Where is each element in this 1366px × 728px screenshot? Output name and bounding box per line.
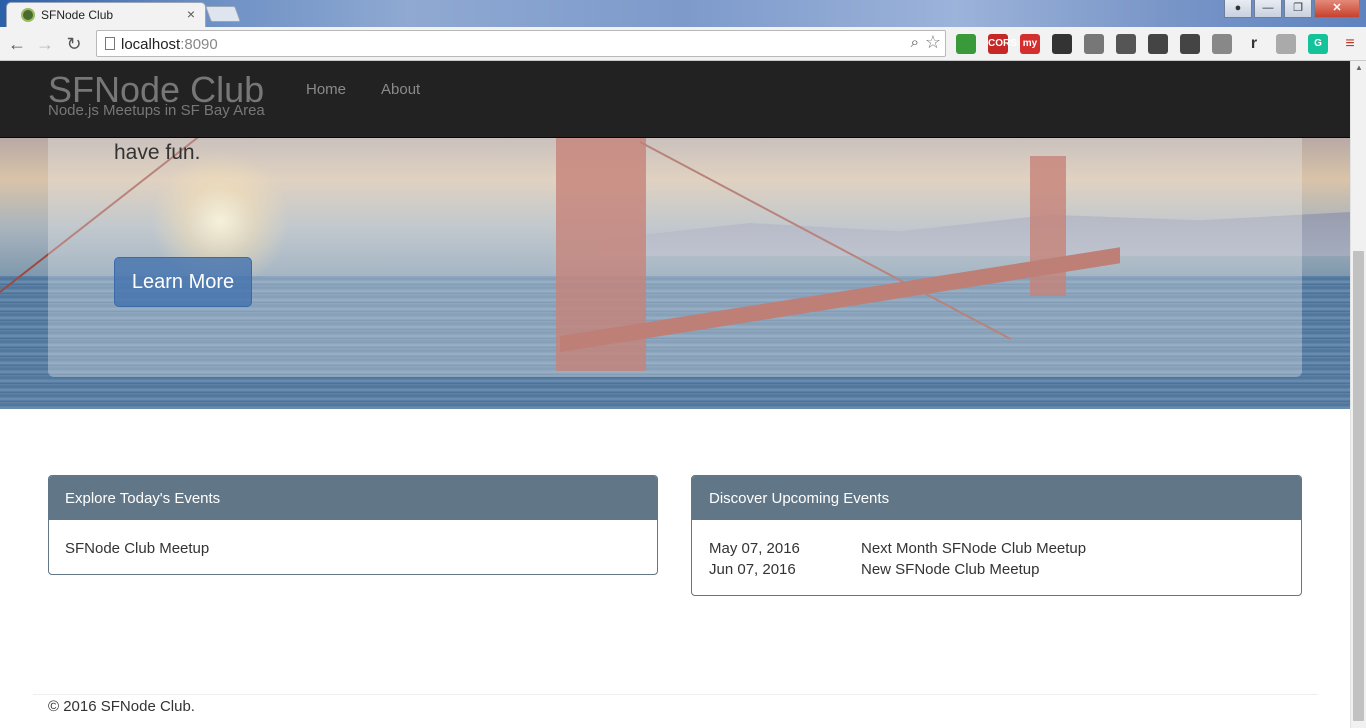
r-extension-icon[interactable]: r (1244, 34, 1264, 54)
evernote-extension-icon[interactable] (1180, 34, 1200, 54)
event-name[interactable]: New SFNode Club Meetup (861, 561, 1039, 582)
nav-link-about[interactable]: About (381, 81, 420, 98)
vertical-scrollbar[interactable]: ▲ (1350, 61, 1366, 728)
grammarly-extension-icon[interactable]: G (1308, 34, 1328, 54)
copy-extension-icon[interactable] (1212, 34, 1232, 54)
page-viewport: have fun. Learn More SFNode Club Node.js… (0, 61, 1350, 728)
footer-divider (33, 694, 1318, 695)
upcoming-events-heading: Discover Upcoming Events (692, 476, 1301, 520)
brand-tagline: Node.js Meetups in SF Bay Area (48, 102, 265, 119)
compass-extension-icon[interactable] (1148, 34, 1168, 54)
today-event-item[interactable]: SFNode Club Meetup (65, 540, 641, 557)
event-name[interactable]: Next Month SFNode Club Meetup (861, 540, 1086, 561)
menu-extension-icon[interactable]: ≡ (1340, 34, 1360, 54)
picture-extension-icon[interactable] (1116, 34, 1136, 54)
scrollbar-thumb[interactable] (1353, 251, 1364, 721)
bookmark-star-icon[interactable]: ☆ (925, 32, 941, 53)
forward-arrow-icon[interactable]: → (34, 33, 56, 55)
window-controls: ● — ❐ ✕ (1224, 0, 1360, 18)
jumbotron: have fun. Learn More (48, 121, 1302, 377)
window-titlebar: SFNode Club × ● — ❐ ✕ (0, 0, 1366, 27)
cors-extension-icon[interactable]: CORS (988, 34, 1017, 54)
event-date: May 07, 2016 (709, 540, 800, 557)
maximize-button[interactable]: ❐ (1284, 0, 1312, 18)
my-extension-icon[interactable]: my (1020, 34, 1040, 54)
new-tab-button[interactable] (205, 6, 241, 22)
upcoming-events-body: May 07, 2016 Next Month SFNode Club Meet… (692, 520, 1301, 582)
reload-icon[interactable]: ↻ (63, 33, 85, 55)
address-bar[interactable]: localhost:8090 ⌕ ☆ (96, 30, 946, 57)
upcoming-events-panel: Discover Upcoming Events May 07, 2016 Ne… (691, 475, 1302, 596)
scroll-up-arrow-icon[interactable]: ▲ (1355, 63, 1363, 72)
hero-text: have fun. (114, 141, 201, 164)
upcoming-event-row[interactable]: May 07, 2016 Next Month SFNode Club Meet… (709, 540, 1285, 561)
learn-more-button[interactable]: Learn More (114, 257, 252, 307)
browser-toolbar: ← → ↻ localhost:8090 ⌕ ☆ CORS my r G ≡ (0, 27, 1366, 61)
back-arrow-icon[interactable]: ← (6, 33, 28, 55)
today-events-panel: Explore Today's Events SFNode Club Meetu… (48, 475, 658, 575)
cast-extension-icon[interactable] (1084, 34, 1104, 54)
user-profile-button[interactable]: ● (1224, 0, 1252, 18)
sfnode-favicon-icon (21, 8, 35, 22)
footer-copyright: © 2016 SFNode Club. (48, 698, 195, 715)
upcoming-event-row[interactable]: Jun 07, 2016 New SFNode Club Meetup (709, 561, 1285, 582)
green-leaf-extension-icon[interactable] (956, 34, 976, 54)
zoom-icon[interactable]: ⌕ (911, 34, 919, 51)
url-text: localhost:8090 (121, 36, 218, 53)
notes-extension-icon[interactable] (1276, 34, 1296, 54)
close-window-button[interactable]: ✕ (1314, 0, 1360, 18)
page-icon (105, 37, 115, 50)
today-events-body: SFNode Club Meetup (49, 520, 657, 557)
nav-link-home[interactable]: Home (306, 81, 346, 98)
tab-title: SFNode Club (41, 8, 114, 22)
site-navbar: SFNode Club Node.js Meetups in SF Bay Ar… (0, 61, 1350, 138)
event-date: Jun 07, 2016 (709, 561, 796, 578)
minimize-button[interactable]: — (1254, 0, 1282, 18)
today-events-heading: Explore Today's Events (49, 476, 657, 520)
owl-extension-icon[interactable] (1052, 34, 1072, 54)
browser-tab[interactable]: SFNode Club × (6, 2, 206, 27)
tab-close-icon[interactable]: × (187, 6, 195, 22)
